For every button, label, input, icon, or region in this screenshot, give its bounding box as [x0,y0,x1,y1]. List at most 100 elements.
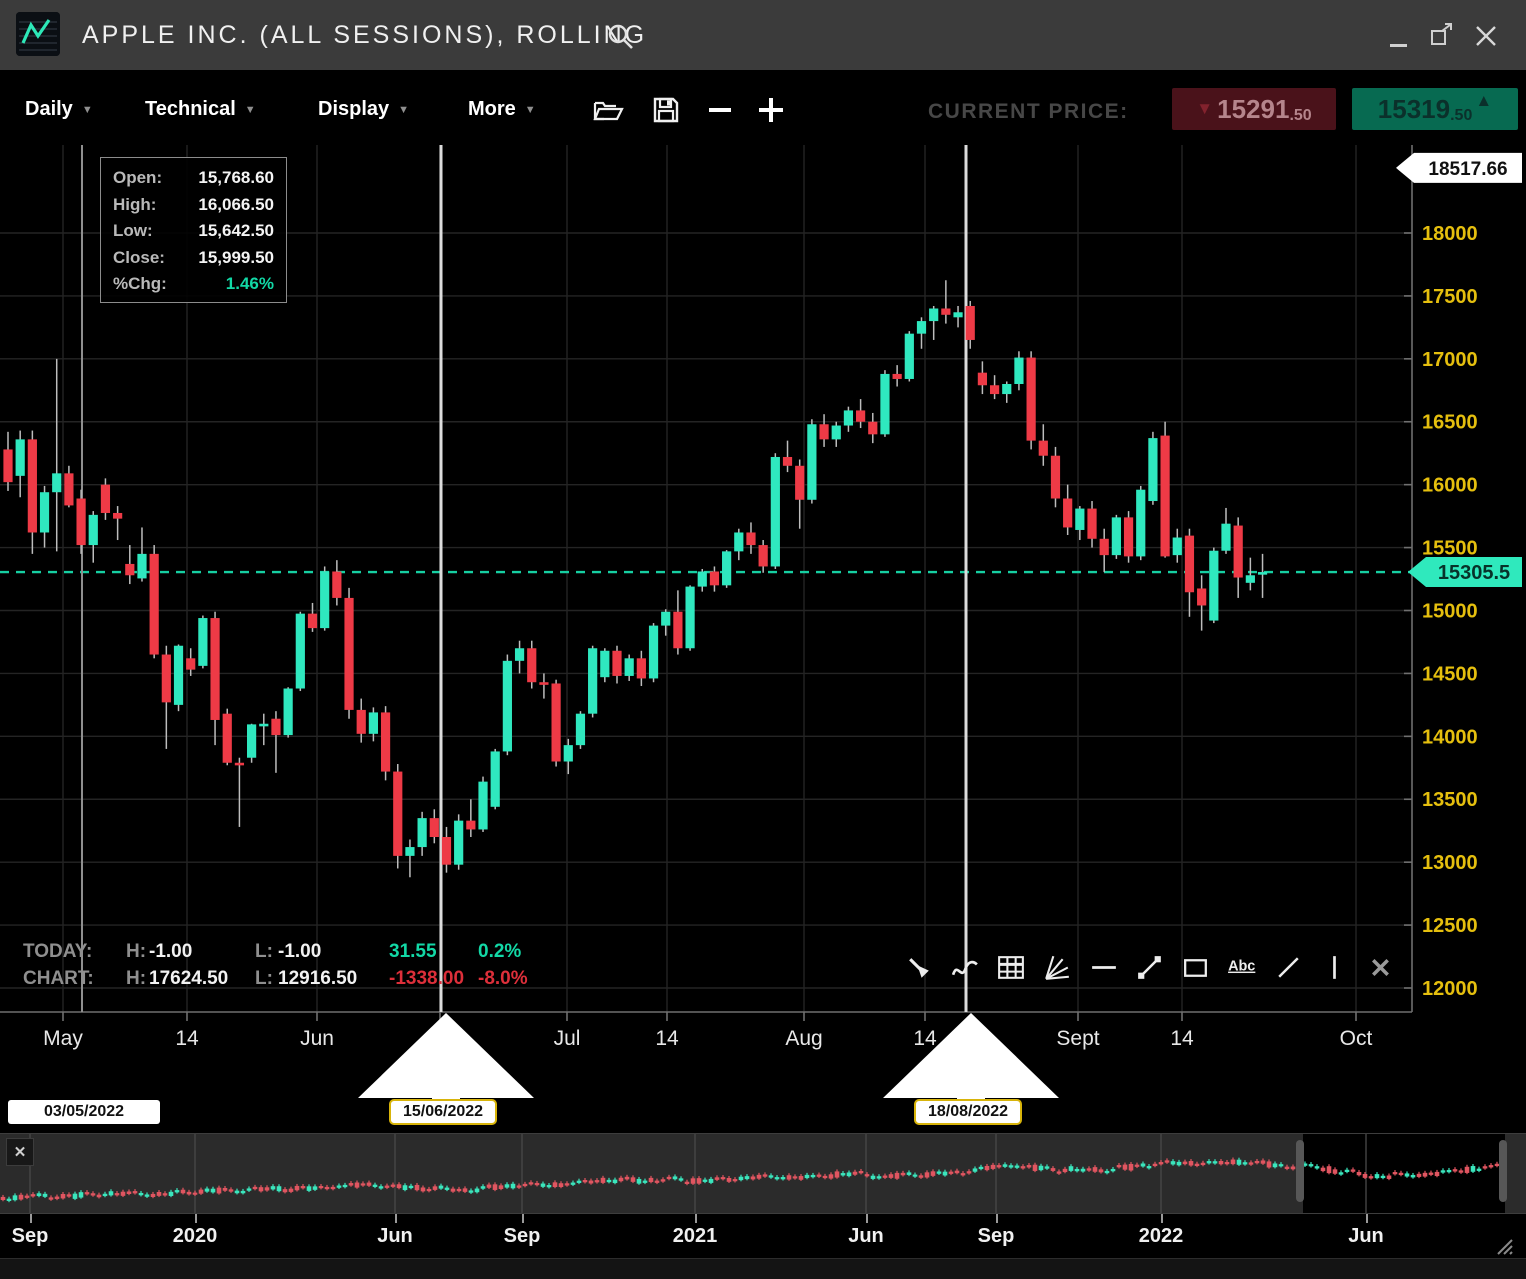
close-button[interactable] [1474,24,1498,53]
x-axis-label: May [43,1027,83,1050]
date-pill: 15/06/2022 [389,1099,497,1125]
last-price-tag: 15305.5 [1438,562,1510,584]
status-h-label: H: [126,941,146,963]
freehand-curve-icon[interactable] [949,952,981,984]
navigator-tick [866,1214,868,1223]
status-row-label: TODAY: [23,941,92,963]
horizontal-line-icon[interactable] [1088,952,1120,984]
navigator-tick [30,1214,32,1223]
close-icon[interactable] [1365,952,1397,984]
navigator-axis-label: Jun [848,1225,884,1248]
status-percent-value: -8.0% [478,968,528,990]
svg-text:Abc: Abc [1228,959,1255,975]
date-pill: 18/08/2022 [914,1099,1022,1125]
status-l-label: L: [255,968,273,990]
y-axis-label: 17500 [1422,286,1478,308]
date-pill: 03/05/2022 [8,1100,160,1124]
trend-line-icon[interactable] [1134,952,1166,984]
navigator-handle-right[interactable] [1499,1140,1507,1202]
zoom-out-icon[interactable] [706,96,738,128]
zoom-in-icon[interactable] [756,96,788,128]
menu-technical[interactable]: Technical▼ [145,98,256,121]
open-file-icon[interactable] [592,94,624,126]
chevron-down-icon: ▼ [525,104,536,116]
fan-lines-icon[interactable] [1042,952,1074,984]
current-price-label: CURRENT PRICE: [928,100,1129,124]
menu-more[interactable]: More ▼ [468,98,536,121]
x-axis-label: 14 [913,1027,937,1050]
navigator-axis-label: Jun [377,1225,413,1248]
navigator-panel[interactable]: ✕ [0,1133,1526,1214]
ohlc-row: Close:15,999.50 [113,245,274,272]
status-l-value: 12916.50 [278,968,357,990]
ohlc-info-box: Open:15,768.60High:16,066.50Low:15,642.5… [100,157,287,303]
ohlc-row: %Chg:1.46% [113,271,274,298]
y-axis-label: 12000 [1422,978,1478,1000]
marker-arrows[interactable] [358,1013,1059,1109]
app-logo-icon [16,12,60,56]
navigator-chart[interactable] [0,1134,1526,1213]
ask-price-dec: .50 [1450,107,1472,125]
y-axis-label: 12500 [1422,915,1478,937]
y-axis-label: 14000 [1422,726,1478,748]
search-icon[interactable] [606,22,636,52]
navigator-axis: Sep2020JunSep2021JunSep2022Jun [0,1214,1526,1258]
navigator-axis-label: Sep [504,1225,541,1248]
grid-table-icon[interactable] [995,952,1027,984]
menu-daily[interactable]: Daily▼ [25,98,93,121]
y-axis-label: 15000 [1422,600,1478,622]
navigator-tick [1366,1214,1368,1223]
y-axis-label: 18000 [1422,223,1478,245]
vertical-line-icon[interactable] [1319,952,1351,984]
x-axis-label: 14 [655,1027,679,1050]
navigator-close-button[interactable]: ✕ [6,1138,34,1166]
menu-display[interactable]: Display▼ [318,98,409,121]
ohlc-label: Low: [113,221,153,241]
text-abc-icon[interactable]: Abc [1226,952,1258,984]
diagonal-line-icon[interactable] [1273,952,1305,984]
bottom-strip [0,1258,1526,1279]
minimize-button[interactable] [1390,44,1407,47]
ohlc-label: %Chg: [113,274,167,294]
status-h-value: 17624.50 [149,968,228,990]
x-axis-label: Jun [300,1027,334,1050]
title-bar: APPLE INC. (ALL SESSIONS), ROLLING [0,0,1526,71]
navigator-axis-label: 2022 [1139,1225,1184,1248]
x-axis-label: 14 [1170,1027,1194,1050]
status-percent-value: 0.2% [478,941,521,963]
y-axis-label: 16000 [1422,475,1478,497]
cursor-arrow-icon[interactable] [903,952,935,984]
popout-button[interactable] [1428,22,1456,55]
menu-label: Daily [25,98,73,120]
status-l-value: -1.00 [278,941,321,963]
ask-price-int: 15319 [1378,94,1450,125]
menu-label: More [468,98,516,120]
high-watermark-tag: 18517.66 [1428,159,1507,180]
bid-price-int: 15291 [1217,94,1289,125]
ohlc-label: Open: [113,168,162,188]
ohlc-row: Open:15,768.60 [113,165,274,192]
bid-price-dec: .50 [1289,107,1311,125]
up-arrow-marker [358,1013,534,1109]
navigator-tick [195,1214,197,1223]
menu-label: Display [318,98,389,120]
x-axis-label: Sept [1056,1027,1099,1050]
x-axis-label: 14 [175,1027,199,1050]
status-change-value: -1338.00 [389,968,464,990]
toolbar: Daily▼Technical▼Display▼More▼ CURRENT PR… [0,70,1526,145]
navigator-axis-label: Sep [978,1225,1015,1248]
ohlc-label: High: [113,195,156,215]
navigator-handle-left[interactable] [1296,1140,1304,1202]
rectangle-icon[interactable] [1180,952,1212,984]
y-axis-label: 14500 [1422,663,1478,685]
price-up-arrow-icon: ▲ [1475,91,1492,111]
navigator-tick [695,1214,697,1223]
up-arrow-marker [883,1013,1059,1109]
chevron-down-icon: ▼ [245,104,256,116]
navigator-tick [522,1214,524,1223]
ohlc-label: Close: [113,248,165,268]
save-icon[interactable] [650,94,682,126]
status-l-label: L: [255,941,273,963]
navigator-axis-label: 2021 [673,1225,718,1248]
resize-grip-icon[interactable] [1492,1236,1516,1263]
